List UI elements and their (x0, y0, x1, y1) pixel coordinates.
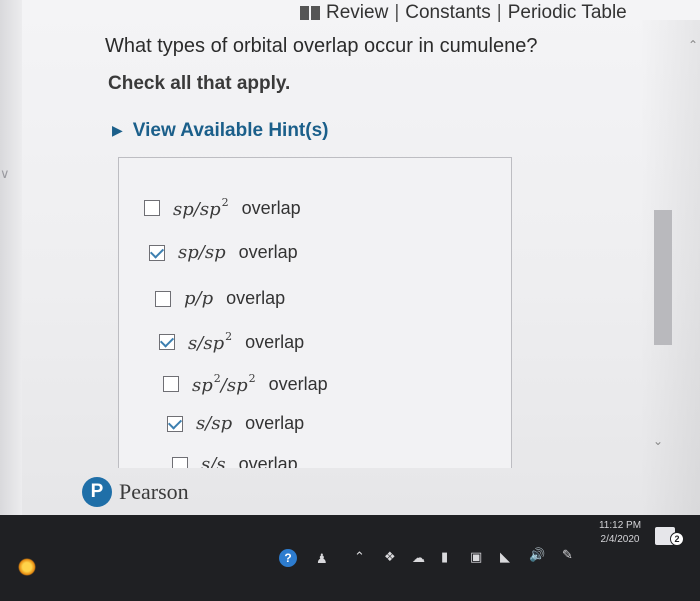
link-separator: | (394, 2, 400, 23)
notification-count-badge: 2 (670, 532, 684, 546)
option-s-sp[interactable]: s/sp overlap (167, 413, 304, 434)
option-label: overlap (238, 242, 298, 262)
option-p-p[interactable]: p/p overlap (155, 288, 285, 309)
scrollbar-thumb[interactable] (654, 210, 672, 345)
option-sp-sp2[interactable]: sp/sp2 overlap (144, 196, 301, 220)
book-icon (300, 6, 320, 20)
help-icon[interactable]: ? (279, 549, 297, 567)
checkbox-checked[interactable] (167, 415, 183, 432)
checkbox[interactable] (144, 200, 160, 216)
link-separator: | (496, 2, 502, 23)
windows-taskbar: ? ♟ ⌃ ❖ ☁ ▮ ▣ ◣ 🔊 ✎ 11:12 PM 2/4/2020 2 (0, 515, 700, 601)
option-formula: sp2/sp2 (192, 372, 256, 396)
option-formula: sp/sp2 (173, 196, 229, 220)
option-label: overlap (241, 197, 301, 218)
option-label: overlap (268, 373, 328, 394)
answer-options-box: sp/sp2 overlap sp/sp overlap p/p overlap… (118, 157, 512, 468)
check-icon (149, 244, 165, 259)
periodic-table-link[interactable]: Periodic Table (508, 2, 627, 24)
left-edge (0, 0, 22, 515)
option-s-sp2[interactable]: s/sp2 overlap (159, 330, 304, 354)
scroll-down-arrow-icon[interactable]: ⌄ (653, 434, 663, 448)
view-hints-toggle[interactable]: ▶ View Available Hint(s) (112, 120, 328, 142)
option-sp-sp[interactable]: sp/sp overlap (149, 242, 298, 263)
option-formula: s/s (201, 454, 226, 468)
review-link[interactable]: Review (326, 2, 388, 24)
taskbar-clock[interactable]: 11:12 PM 2/4/2020 (588, 519, 652, 547)
checkbox-checked[interactable] (159, 333, 175, 350)
option-label: overlap (245, 331, 305, 352)
chevron-up-icon[interactable]: ⌃ (354, 551, 365, 565)
battery-icon[interactable]: ▮ (441, 551, 448, 565)
option-sp2-sp2[interactable]: sp2/sp2 overlap (163, 372, 328, 396)
option-s-s[interactable]: s/s overlap (172, 454, 298, 468)
check-icon (167, 415, 183, 430)
constants-link[interactable]: Constants (405, 2, 491, 24)
people-icon[interactable]: ♟ (316, 553, 328, 567)
hint-label: View Available Hint(s) (132, 120, 329, 141)
checkbox[interactable] (155, 290, 171, 307)
resource-links-bar: Review | Constants | Periodic Table (300, 0, 627, 26)
wifi-icon[interactable]: ◣ (500, 551, 510, 565)
volume-icon[interactable]: 🔊 (529, 549, 545, 563)
dropbox-icon[interactable]: ❖ (384, 551, 396, 565)
clock-date: 2/4/2020 (600, 534, 640, 545)
collapse-chevron-icon[interactable]: ∨ (0, 168, 14, 182)
option-formula: s/sp2 (188, 330, 233, 354)
pen-icon[interactable]: ✎ (562, 549, 573, 563)
option-label: overlap (226, 288, 286, 308)
check-icon (159, 333, 175, 348)
pearson-wordmark: Pearson (119, 479, 189, 504)
browser-viewport: ∨ ⌃ ⌄ Review | Constants | Periodic Tabl… (0, 0, 700, 515)
window-icon[interactable]: ▣ (470, 551, 482, 565)
option-label: overlap (245, 413, 305, 433)
checkbox[interactable] (172, 456, 188, 468)
expand-up-icon[interactable]: ⌃ (688, 38, 698, 52)
checkbox-checked[interactable] (149, 244, 165, 261)
option-formula: p/p (184, 288, 214, 309)
taskbar-app-icon[interactable] (18, 558, 36, 576)
caret-right-icon: ▶ (112, 123, 123, 139)
option-formula: sp/sp (178, 242, 226, 263)
pearson-brand: P Pearson (82, 477, 189, 507)
pearson-logo-icon: P (82, 477, 112, 507)
instruction-text: Check all that apply. (108, 73, 291, 94)
question-text: What types of orbital overlap occur in c… (105, 35, 538, 57)
clock-time: 11:12 PM (598, 520, 642, 531)
option-formula: s/sp (196, 413, 233, 434)
cloud-icon[interactable]: ☁ (412, 552, 425, 566)
checkbox[interactable] (163, 376, 179, 392)
option-label: overlap (238, 454, 298, 468)
